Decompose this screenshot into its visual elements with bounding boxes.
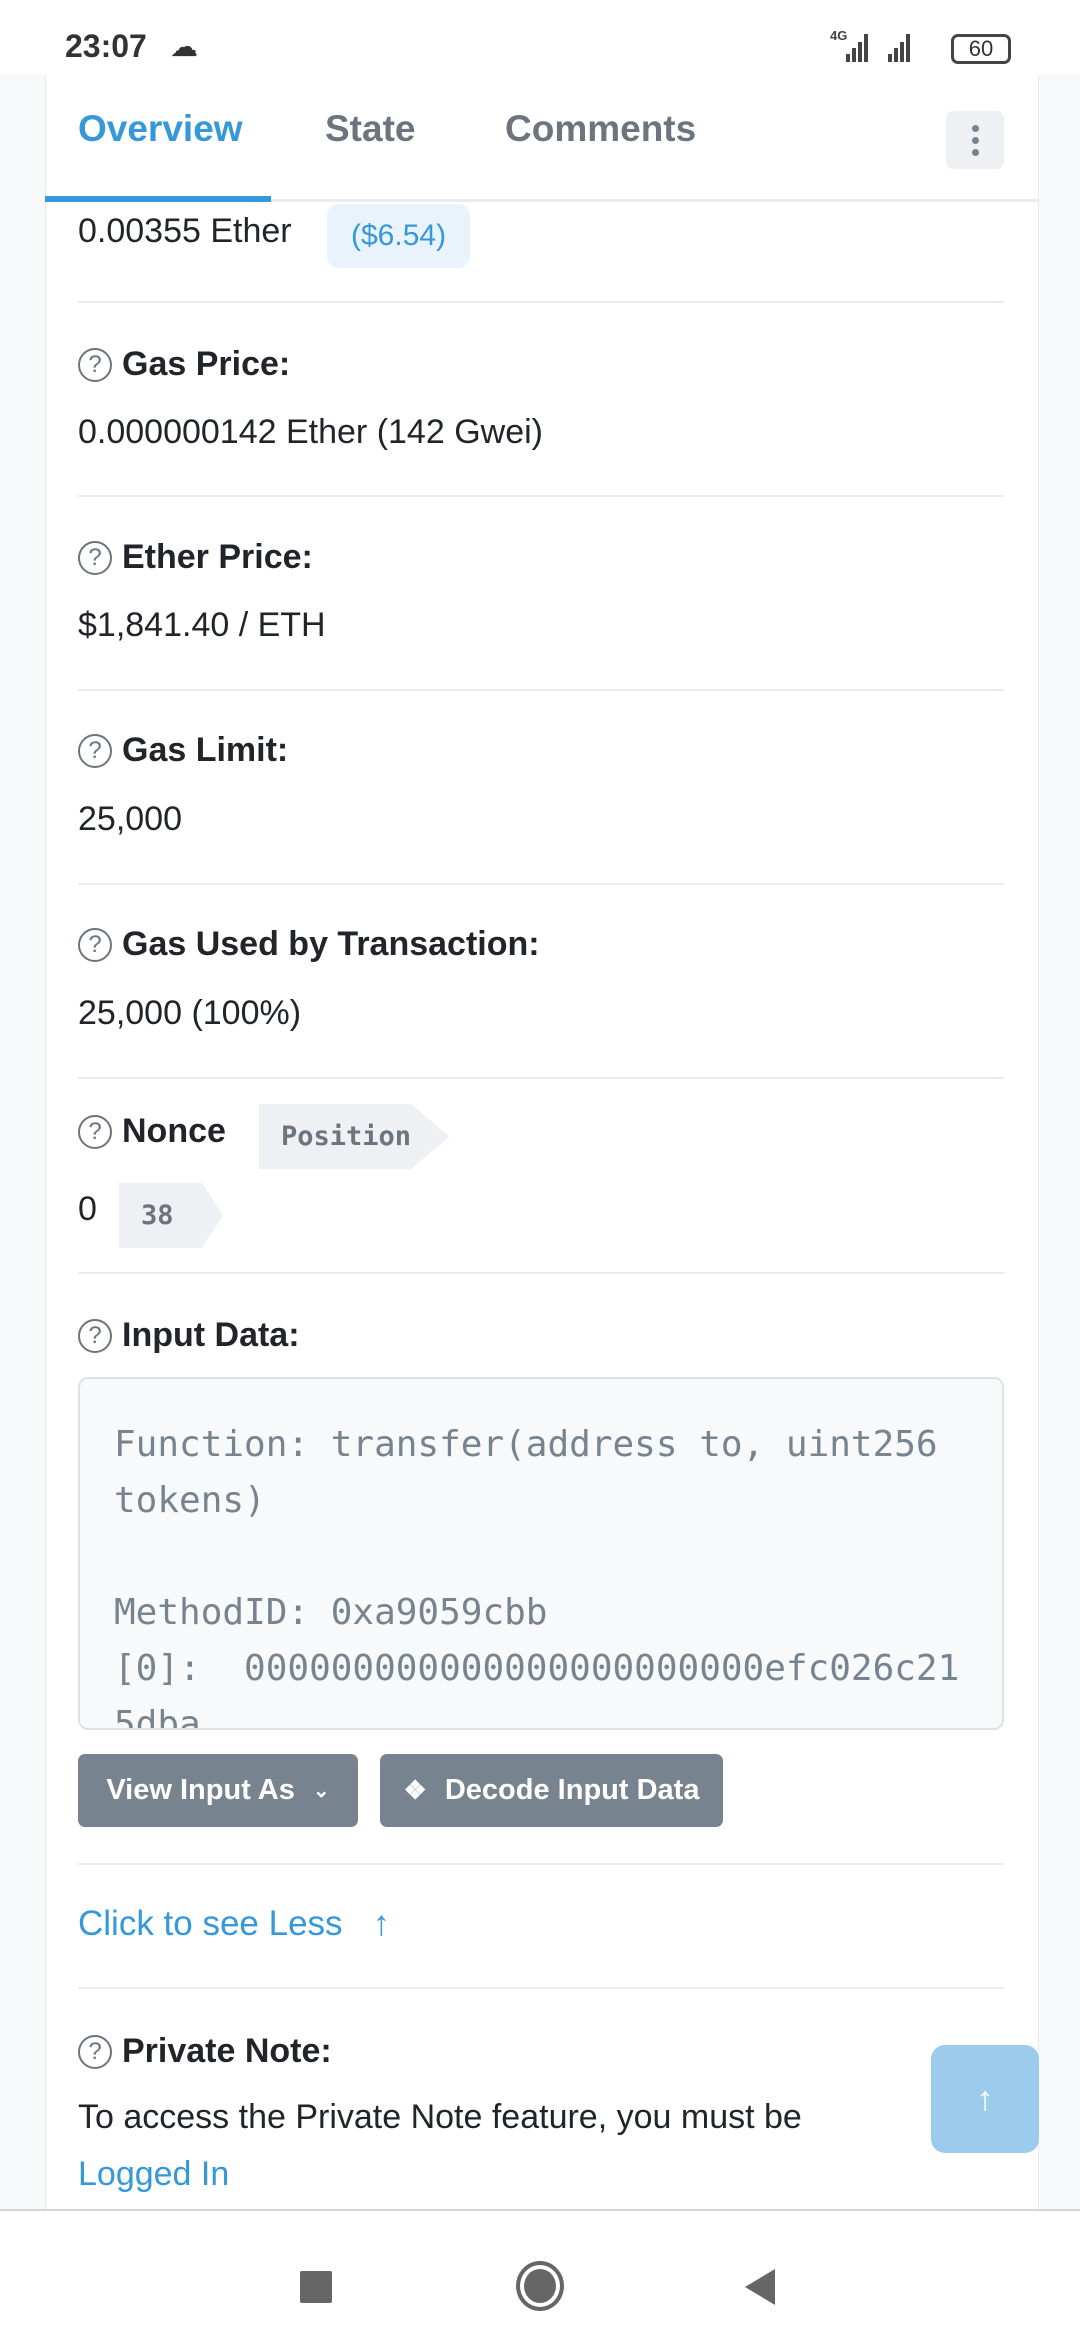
label-text: Ether Price: xyxy=(122,538,313,576)
ether-price-value: $1,841.40 / ETH xyxy=(78,606,326,644)
input-data-textarea[interactable]: Function: transfer(address to, uint256 t… xyxy=(78,1377,1004,1730)
label-text: Nonce xyxy=(122,1112,226,1150)
help-icon[interactable]: ? xyxy=(78,1318,112,1353)
tab-state[interactable]: State xyxy=(325,108,415,150)
nonce-value: 0 xyxy=(78,1190,97,1228)
cloud-icon: ☁ xyxy=(170,31,198,62)
position-value-tag: 38 xyxy=(119,1183,223,1248)
battery-icon: 60 xyxy=(951,34,1011,64)
nonce-label: ? Nonce xyxy=(78,1112,226,1151)
fee-usd-badge: ($6.54) xyxy=(327,204,471,268)
link-text: Click to see Less xyxy=(78,1904,343,1943)
divider xyxy=(78,689,1004,691)
tab-overview[interactable]: Overview xyxy=(78,108,243,150)
divider xyxy=(78,1863,1004,1865)
divider xyxy=(78,301,1004,303)
see-less-link[interactable]: Click to see Less ↑ xyxy=(78,1904,390,1944)
gas-price-value: 0.000000142 Ether (142 Gwei) xyxy=(78,413,543,451)
label-text: Gas Price: xyxy=(122,345,291,383)
scroll-to-top-button[interactable]: ↑ xyxy=(931,2045,1039,2153)
label-text: Gas Used by Transaction: xyxy=(122,925,540,963)
label-text: Private Note: xyxy=(122,2032,332,2070)
recents-icon[interactable] xyxy=(300,2271,332,2303)
divider xyxy=(78,883,1004,885)
input-data-label: ? Input Data: xyxy=(78,1316,300,1355)
label-text: Input Data: xyxy=(122,1316,300,1354)
view-input-as-button[interactable]: View Input As ⌄ xyxy=(78,1754,358,1827)
more-options-button[interactable] xyxy=(946,111,1004,169)
active-tab-indicator xyxy=(45,196,271,202)
ether-price-label: ? Ether Price: xyxy=(78,538,313,577)
private-note-label: ? Private Note: xyxy=(78,2032,332,2071)
signal-icon xyxy=(846,34,910,62)
chevron-down-icon: ⌄ xyxy=(312,1780,330,1802)
help-icon[interactable]: ? xyxy=(78,2034,112,2069)
gas-used-value: 25,000 (100%) xyxy=(78,994,302,1032)
private-note-text: To access the Private Note feature, you … xyxy=(78,2098,802,2136)
label-text: Gas Limit: xyxy=(122,731,289,769)
clock: 23:07 xyxy=(65,28,147,64)
tab-comments[interactable]: Comments xyxy=(505,108,696,150)
divider xyxy=(78,1272,1004,1274)
gas-used-label: ? Gas Used by Transaction: xyxy=(78,925,540,964)
divider xyxy=(78,495,1004,497)
arrow-up-icon: ↑ xyxy=(976,2079,994,2118)
help-icon[interactable]: ? xyxy=(78,1114,112,1149)
gas-limit-value: 25,000 xyxy=(78,800,182,838)
cubes-icon: ❖ xyxy=(403,1775,427,1805)
decode-input-data-button[interactable]: ❖ Decode Input Data xyxy=(380,1754,723,1827)
help-icon[interactable]: ? xyxy=(78,347,112,382)
divider xyxy=(78,1987,1004,1989)
gas-limit-label: ? Gas Limit: xyxy=(78,731,288,770)
help-icon[interactable]: ? xyxy=(78,927,112,962)
back-icon[interactable] xyxy=(745,2269,775,2305)
logged-in-link[interactable]: Logged In xyxy=(78,2155,229,2194)
gas-price-label: ? Gas Price: xyxy=(78,345,290,384)
button-label: Decode Input Data xyxy=(444,1774,700,1806)
help-icon[interactable]: ? xyxy=(78,540,112,575)
home-icon[interactable] xyxy=(516,2261,564,2311)
divider xyxy=(78,1077,1004,1079)
button-label: View Input As xyxy=(106,1774,295,1806)
fee-value: 0.00355 Ether xyxy=(78,212,292,250)
navigation-bar xyxy=(0,2209,1080,2340)
arrow-up-icon: ↑ xyxy=(372,1904,391,1943)
help-icon[interactable]: ? xyxy=(78,733,112,768)
status-bar: 23:07 ☁ 4G 60 xyxy=(0,0,1080,75)
position-tag: Position xyxy=(259,1104,449,1169)
